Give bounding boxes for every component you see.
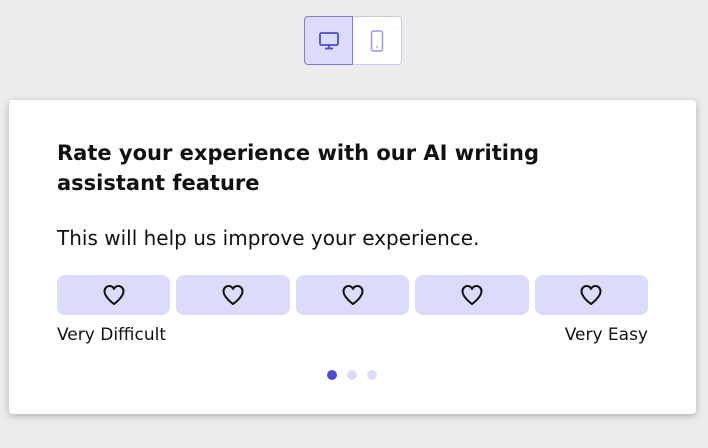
rating-option-1[interactable] [57, 275, 171, 315]
pagination-dot-3[interactable] [367, 370, 377, 380]
rating-option-4[interactable] [415, 275, 529, 315]
heart-icon [222, 285, 244, 305]
survey-subtitle: This will help us improve your experienc… [57, 226, 480, 250]
mobile-icon [370, 29, 384, 52]
heart-icon [103, 285, 125, 305]
rating-option-5[interactable] [534, 275, 649, 315]
heart-icon [580, 285, 602, 305]
heart-icon [461, 285, 483, 305]
rating-option-3[interactable] [295, 275, 410, 315]
pagination-dot-2[interactable] [347, 370, 357, 380]
pagination-dot-1[interactable] [327, 370, 337, 380]
survey-card: Rate your experience with our AI writing… [9, 100, 696, 414]
mobile-view-button[interactable] [353, 16, 402, 65]
scale-label-low: Very Difficult [57, 325, 166, 345]
rating-option-2[interactable] [176, 275, 290, 315]
heart-icon [342, 285, 364, 305]
desktop-icon [318, 31, 339, 49]
survey-title: Rate your experience with our AI writing… [57, 141, 539, 195]
pagination-dots [327, 370, 377, 380]
device-preview-toggle [304, 16, 402, 65]
desktop-view-button[interactable] [304, 16, 353, 65]
rating-options [57, 275, 649, 315]
scale-label-high: Very Easy [564, 325, 648, 345]
